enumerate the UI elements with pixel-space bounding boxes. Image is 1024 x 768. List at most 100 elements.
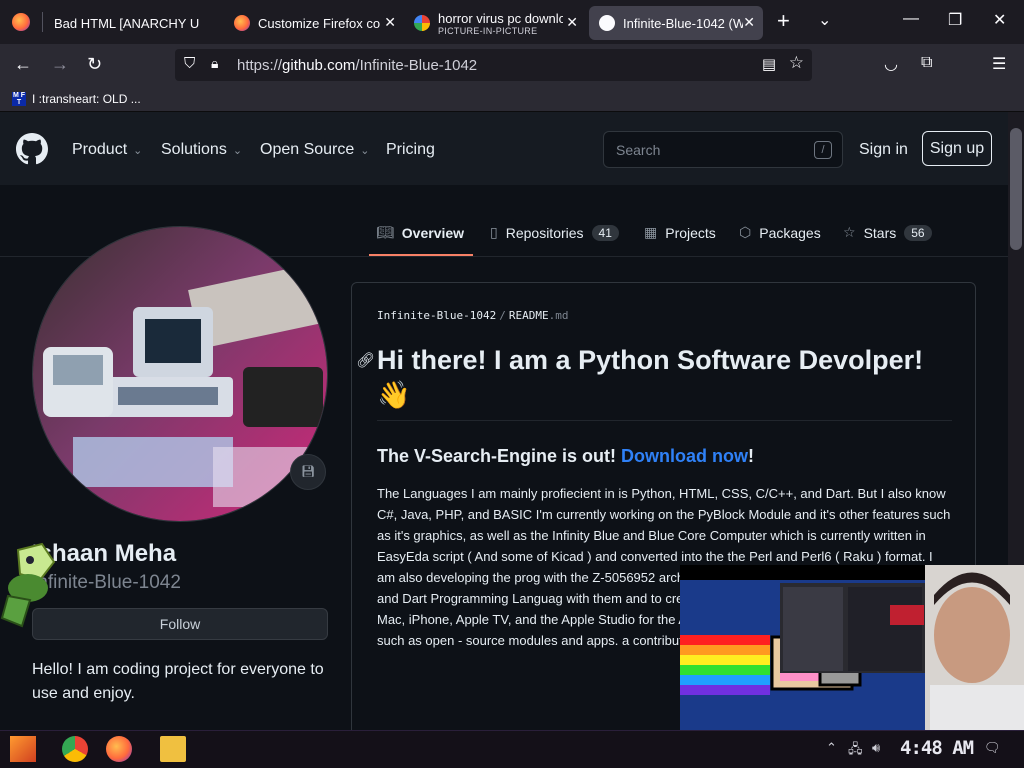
tab-bad-html[interactable]: Bad HTML [ANARCHY US [44,6,224,40]
avatar[interactable] [32,226,328,522]
nav-solutions[interactable]: Solutions ⌄ [161,141,242,159]
search-placeholder: Search [616,142,661,158]
lock-icon[interactable]: 🔒︎ [211,55,218,72]
notifications-icon[interactable]: 🗨︎ [984,740,1001,756]
nav-label: Product [72,141,128,158]
tab-title: horror virus pc downlo [438,10,563,26]
tab-customize-firefox[interactable]: Customize Firefox co ✕ [224,6,404,40]
google-icon [414,15,430,31]
count-badge: 41 [591,224,619,241]
forward-icon[interactable]: → [51,54,69,75]
tab-title: Customize Firefox co [258,15,381,31]
path-separator: / [499,309,506,322]
shield-icon[interactable]: ⛉ [184,55,195,72]
menu-icon[interactable]: ☰ [992,54,1006,74]
readme-path: Infinite-Blue-1042/README.md [377,309,568,322]
chevron-down-icon: ⌄ [133,145,143,157]
readme-path-ext: .md [548,309,569,322]
tab-repositories[interactable]: ▯ Repositories 41 [490,224,619,241]
nav-pricing[interactable]: Pricing [386,141,435,159]
firefox-icon [234,15,250,31]
tab-projects[interactable]: ▦ Projects [644,224,716,241]
url-path: /Infinite-Blue-1042 [355,56,478,74]
count-badge: 56 [904,224,932,241]
scrollbar-thumb[interactable] [1010,128,1022,250]
book-icon: 📖︎ [376,224,394,240]
tab-stars[interactable]: ☆ Stars 56 [843,224,932,241]
active-tab-indicator [369,254,473,256]
extensions-icon[interactable]: ⧉ [921,54,932,72]
github-logo-icon[interactable] [16,133,48,165]
close-icon[interactable]: ✕ [743,14,755,31]
start-icon[interactable] [10,736,36,762]
tab-label: Overview [401,224,465,241]
list-all-tabs-icon[interactable]: ⌄ [818,10,831,30]
bookmarks-toolbar: M FT I :transheart: OLD ... [0,86,1024,112]
firefox-taskbar-icon[interactable] [106,736,132,762]
tab-label: Projects [665,224,716,241]
heading-divider [377,420,952,421]
back-icon[interactable]: ← [14,54,32,75]
readme-subheading: The V-Search-Engine is out! Download now… [377,446,754,467]
reload-icon[interactable]: ↻ [87,54,102,75]
url-bar[interactable]: ⛉ 🔒︎ https://github.com/Infinite-Blue-10… [175,49,812,81]
follow-button[interactable]: Follow [32,608,328,640]
readme-path-user[interactable]: Infinite-Blue-1042 [377,309,496,322]
tab-packages[interactable]: ⬡ Packages [739,224,821,241]
chrome-icon[interactable] [62,736,88,762]
readme-path-file: README [508,309,549,322]
subheading-text: The V-Search-Engine is out! [377,446,622,466]
minimize-icon[interactable]: — [903,10,919,28]
link-icon[interactable]: 🔗︎ [356,351,375,369]
nav-product[interactable]: Product ⌄ [72,141,142,159]
close-icon[interactable]: ✕ [384,14,396,31]
close-icon[interactable]: ✕ [566,14,578,31]
pip-video-frame [680,565,1024,730]
firefox-menu-icon[interactable] [12,13,30,31]
tab-overview[interactable]: 📖︎ Overview [376,224,464,241]
url-scheme: https:// [237,56,283,74]
url-host: github.com [282,56,356,74]
nav-label: Open Source [260,141,355,158]
taskbar-clock[interactable]: 4:48 AM [900,737,974,759]
browser-tab-bar: Bad HTML [ANARCHY US Customize Firefox c… [0,0,1024,44]
search-shortcut-key: / [814,141,832,159]
tab-title: Bad HTML [ANARCHY US [54,15,199,31]
tray-overflow-icon[interactable]: ⌃ [826,740,837,756]
status-emoji-button[interactable]: 💾︎ [290,454,326,490]
package-icon: ⬡ [739,224,752,240]
pocket-icon[interactable]: ◡ [884,54,898,74]
reader-view-icon[interactable]: ▤ [762,55,776,73]
nav-open-source[interactable]: Open Source ⌄ [260,141,370,159]
sign-in-link[interactable]: Sign in [859,141,908,159]
bookmark-star-icon[interactable]: ☆ [789,53,804,73]
tab-github-profile[interactable]: Infinite-Blue-1042 (W ✕ [589,6,763,40]
star-icon: ☆ [843,224,856,240]
readme-heading: Hi there! I am a Python Software Devolpe… [377,345,924,410]
picture-in-picture-window[interactable] [680,565,1024,730]
github-icon [599,15,615,31]
restore-icon[interactable]: ❐ [948,10,962,30]
repo-icon: ▯ [490,224,498,240]
windows-taskbar [0,730,1024,768]
network-icon[interactable]: 🖧︎ [848,740,863,762]
new-tab-button[interactable]: + [777,8,790,34]
bookmark-favicon: M FT [12,91,26,106]
close-window-icon[interactable]: ✕ [993,10,1006,30]
file-explorer-icon[interactable] [160,736,186,762]
tab-label: Repositories [505,224,584,241]
nav-label: Pricing [386,141,435,158]
sign-up-button[interactable]: Sign up [922,131,992,166]
bookmark-item[interactable]: I :transheart: OLD ... [32,92,141,106]
search-input[interactable]: Search / [603,131,843,168]
download-now-link[interactable]: Download now [621,446,748,466]
github-header [0,112,1008,185]
tab-title: Infinite-Blue-1042 (W [623,15,743,31]
subheading-suffix: ! [748,446,755,466]
nav-label: Solutions [161,141,227,158]
table-icon: ▦ [644,224,658,240]
tab-horror-virus[interactable]: horror virus pc downlo PICTURE-IN-PICTUR… [404,6,586,40]
volume-icon[interactable]: 🔊︎ [872,740,880,756]
chevron-down-icon: ⌄ [360,145,370,157]
tab-label: Packages [759,224,821,241]
